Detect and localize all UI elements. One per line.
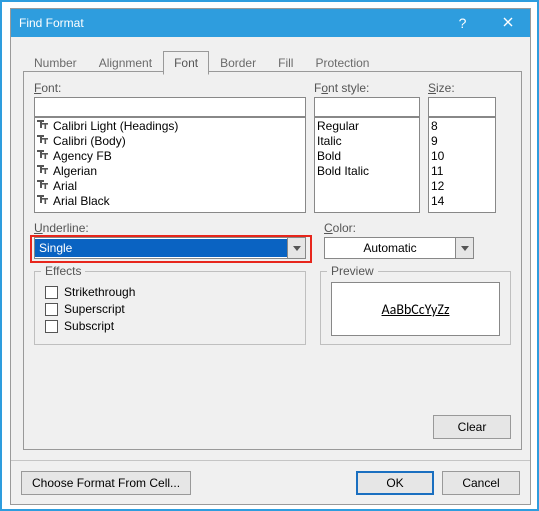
chevron-down-icon	[461, 246, 469, 251]
font-input[interactable]	[34, 97, 306, 117]
font-item[interactable]: Calibri Light (Headings)	[35, 118, 305, 133]
underline-value: Single	[35, 239, 287, 257]
truetype-icon	[37, 165, 49, 176]
size-listbox[interactable]: 8910111214	[428, 117, 496, 213]
ok-button[interactable]: OK	[356, 471, 434, 495]
truetype-icon	[37, 180, 49, 191]
font-style-listbox[interactable]: RegularItalicBoldBold Italic	[314, 117, 420, 213]
checkbox-box	[45, 303, 58, 316]
cancel-button[interactable]: Cancel	[442, 471, 520, 495]
color-dropdown-button[interactable]	[455, 238, 473, 258]
preview-group: Preview AaBbCcYyZz	[320, 271, 511, 345]
help-icon: ?	[459, 15, 467, 31]
font-item[interactable]: Arial	[35, 178, 305, 193]
font-item[interactable]: Calibri (Body)	[35, 133, 305, 148]
style-item[interactable]: Bold Italic	[315, 163, 419, 178]
window-title: Find Format	[19, 16, 440, 30]
preview-legend: Preview	[327, 264, 378, 278]
close-button[interactable]	[485, 9, 530, 37]
tab-divider	[23, 71, 522, 72]
color-label: Color:	[324, 221, 511, 235]
font-label: Font:	[34, 81, 306, 95]
size-item[interactable]: 10	[429, 148, 495, 163]
font-style-input[interactable]	[314, 97, 420, 117]
font-panel: Font: Calibri Light (Headings)Calibri (B…	[23, 71, 522, 450]
checkbox-label: Strikethrough	[64, 285, 135, 299]
checkbox-box	[45, 286, 58, 299]
font-item[interactable]: Arial Black	[35, 193, 305, 208]
choose-format-button[interactable]: Choose Format From Cell...	[21, 471, 191, 495]
truetype-icon	[37, 150, 49, 161]
clear-button[interactable]: Clear	[433, 415, 511, 439]
size-item[interactable]: 8	[429, 118, 495, 133]
color-value: Automatic	[325, 239, 455, 257]
dialog-window: Find Format ? NumberAlignmentFontBorderF…	[10, 8, 531, 505]
underline-combo[interactable]: Single	[34, 237, 306, 259]
dialog-footer: Choose Format From Cell... OK Cancel	[11, 460, 530, 504]
annotation-border: Find Format ? NumberAlignmentFontBorderF…	[0, 0, 539, 511]
checkbox-label: Subscript	[64, 319, 114, 333]
checkbox-box	[45, 320, 58, 333]
size-item[interactable]: 12	[429, 178, 495, 193]
tab-font[interactable]: Font	[163, 51, 209, 75]
font-style-label: Font style:	[314, 81, 420, 95]
truetype-icon	[37, 120, 49, 131]
font-listbox[interactable]: Calibri Light (Headings)Calibri (Body)Ag…	[34, 117, 306, 213]
checkbox-label: Superscript	[64, 302, 125, 316]
checkbox-strikethrough[interactable]: Strikethrough	[45, 285, 295, 299]
size-item[interactable]: 14	[429, 193, 495, 208]
font-item[interactable]: Algerian	[35, 163, 305, 178]
size-item[interactable]: 11	[429, 163, 495, 178]
size-item[interactable]: 9	[429, 133, 495, 148]
effects-group: Effects StrikethroughSuperscriptSubscrip…	[34, 271, 306, 345]
truetype-icon	[37, 135, 49, 146]
size-input[interactable]	[428, 97, 496, 117]
chevron-down-icon	[293, 246, 301, 251]
help-button[interactable]: ?	[440, 9, 485, 37]
truetype-icon	[37, 195, 49, 206]
checkbox-superscript[interactable]: Superscript	[45, 302, 295, 316]
title-bar: Find Format ?	[11, 9, 530, 37]
preview-sample: AaBbCcYyZz	[331, 282, 500, 336]
effects-legend: Effects	[41, 264, 85, 278]
close-icon	[503, 16, 513, 30]
style-item[interactable]: Regular	[315, 118, 419, 133]
color-combo[interactable]: Automatic	[324, 237, 474, 259]
font-item[interactable]: Agency FB	[35, 148, 305, 163]
size-label: Size:	[428, 81, 496, 95]
style-item[interactable]: Bold	[315, 148, 419, 163]
style-item[interactable]: Italic	[315, 133, 419, 148]
underline-label: Underline:	[34, 221, 306, 235]
underline-dropdown-button[interactable]	[287, 238, 305, 258]
checkbox-subscript[interactable]: Subscript	[45, 319, 295, 333]
